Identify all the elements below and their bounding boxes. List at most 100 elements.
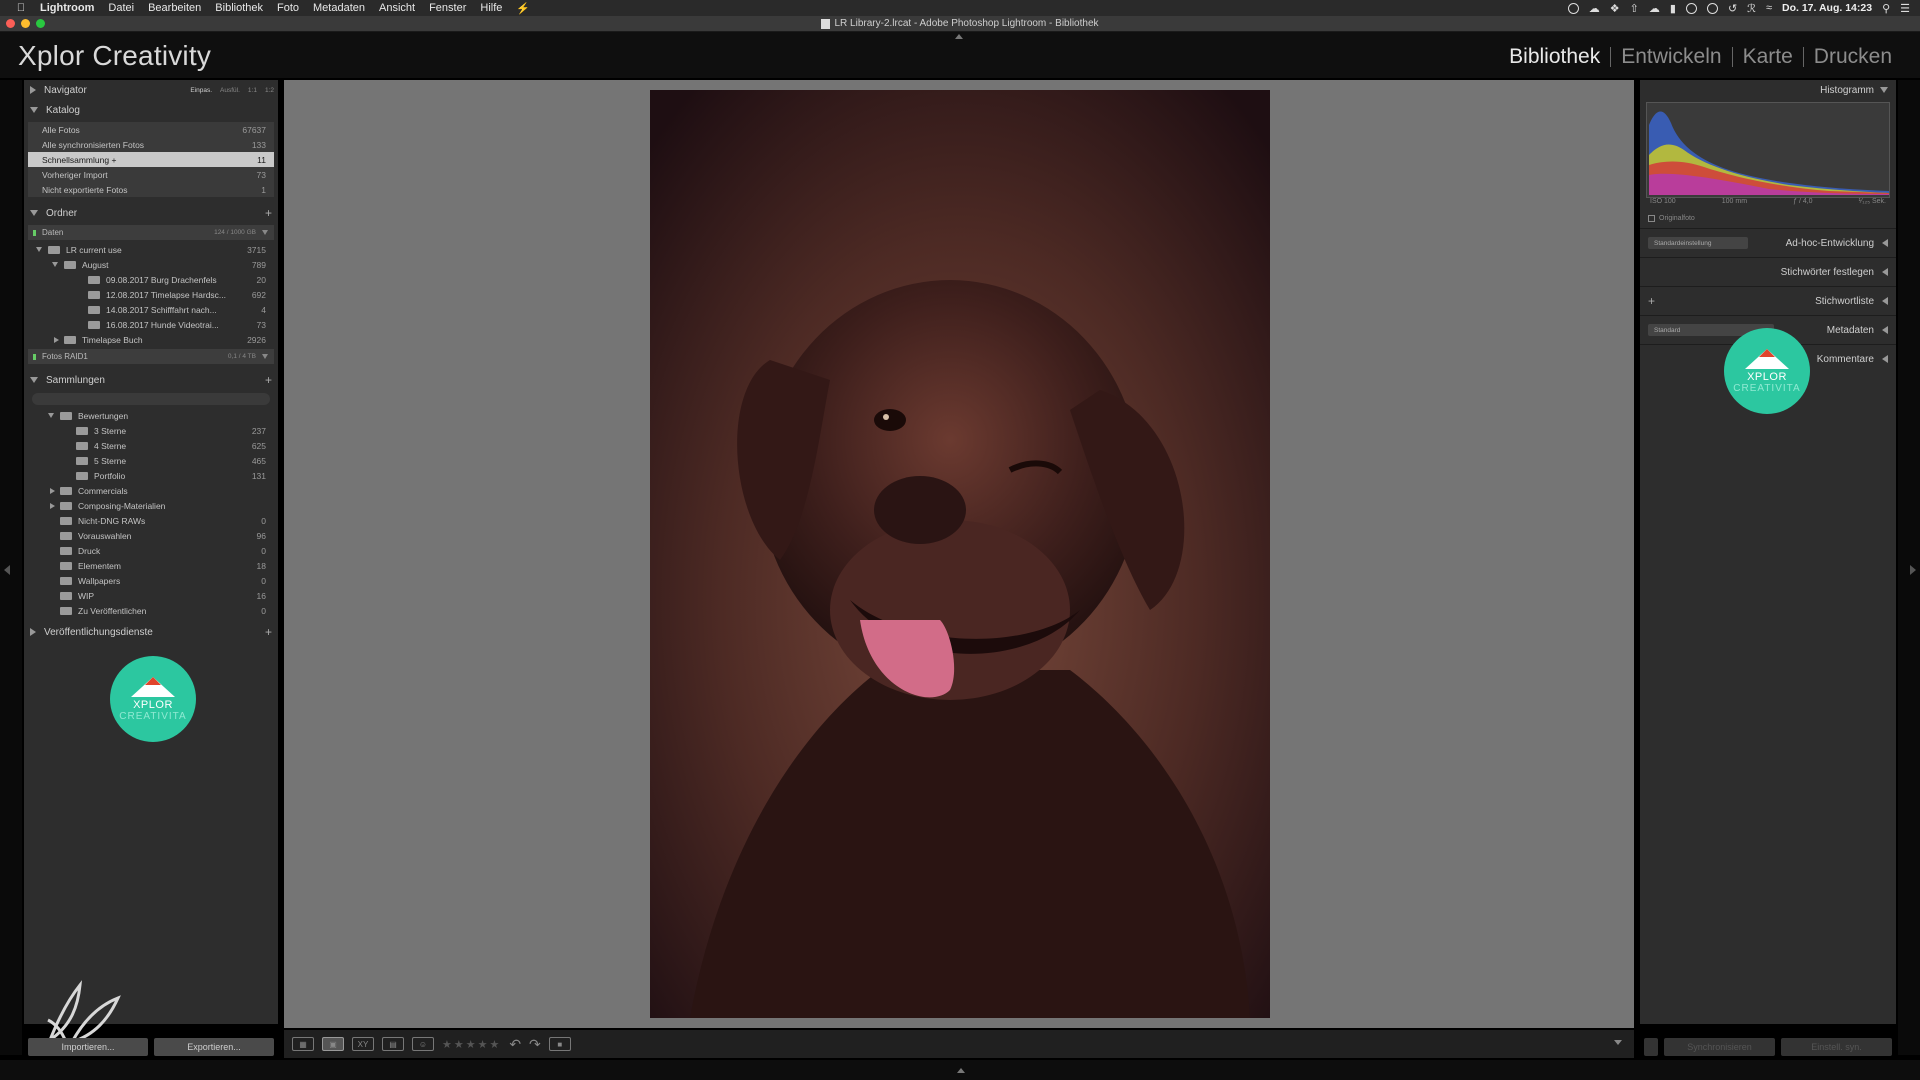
keyword-list-header[interactable]: + Stichwortliste [1640,291,1896,311]
expand-filmstrip-icon[interactable] [957,1068,965,1073]
menu-datei[interactable]: Datei [108,2,134,14]
sync-settings-button[interactable]: Einstell. syn. [1781,1038,1892,1056]
quick-develop-header[interactable]: Standardeinstellung Ad-hoc-Entwicklung [1640,233,1896,253]
apple-icon[interactable]:  [14,2,28,14]
loupe-view-icon[interactable]: ▣ [322,1037,344,1051]
catalog-header[interactable]: Katalog [24,100,278,120]
info-status-icon[interactable] [1706,2,1718,14]
zoom-fit[interactable]: Einpas. [190,87,212,94]
volume-fotos-raid1[interactable]: Fotos RAID1 0,1 / 4 TB [28,349,274,364]
collapse-triangle-icon[interactable] [1880,87,1888,93]
collapse-right-panel-icon[interactable] [1910,565,1916,575]
survey-view-icon[interactable]: ▤ [382,1037,404,1051]
collection-row[interactable]: Nicht-DNG RAWs 0 [28,513,274,528]
export-button[interactable]: Exportieren... [154,1038,274,1056]
quick-develop-preset-select[interactable]: Standardeinstellung [1648,237,1748,249]
people-view-icon[interactable]: ☺ [412,1037,434,1051]
publish-services-header[interactable]: Veröffentlichungsdienste + [24,622,278,642]
zoom-1-1[interactable]: 1:1 [248,87,257,94]
folder-expand-icon[interactable] [52,262,58,267]
catalog-item-synced[interactable]: Alle synchronisierten Fotos 133 [28,137,274,152]
folder-row[interactable]: August 789 [28,257,274,272]
menu-ansicht[interactable]: Ansicht [379,2,415,14]
menu-foto[interactable]: Foto [277,2,299,14]
rating-stars[interactable]: ★★★★★ [442,1038,501,1051]
sync-cloud-icon[interactable]: ☁ [1649,2,1660,15]
volume-daten[interactable]: Daten 124 / 1000 GB [28,225,274,240]
cloud-icon[interactable]: ☁ [1589,2,1600,15]
expand-triangle-icon[interactable] [1882,268,1888,276]
collection-set-row[interactable]: Composing-Materialien [28,498,274,513]
folder-expand-icon[interactable] [54,336,59,343]
import-button[interactable]: Importieren... [28,1038,148,1056]
catalog-item-previous-import[interactable]: Vorheriger Import 73 [28,167,274,182]
zoom-fill[interactable]: Ausfül. [220,87,240,94]
original-photo-checkbox[interactable] [1648,214,1655,222]
wifi-icon[interactable]: ≈ [1766,2,1772,14]
sync-button[interactable]: Synchronisieren [1664,1038,1775,1056]
collection-row[interactable]: Druck 0 [28,543,274,558]
expand-triangle-icon[interactable] [30,628,36,636]
collection-set-row[interactable]: Bewertungen [28,408,274,423]
menu-bearbeiten[interactable]: Bearbeiten [148,2,201,14]
fullscreen-window-icon[interactable] [36,19,45,28]
folder-expand-icon[interactable] [36,247,42,252]
collection-expand-icon[interactable] [48,413,54,418]
menu-app-lightroom[interactable]: Lightroom [40,2,94,14]
collection-row[interactable]: 4 Sterne 625 [28,438,274,453]
dropbox-icon[interactable]: ❖ [1610,2,1620,15]
time-machine-icon[interactable]: ↺ [1728,2,1737,15]
collection-row[interactable]: Elementem 18 [28,558,274,573]
folder-row[interactable]: 12.08.2017 Timelapse Hardsc... 692 [28,287,274,302]
add-folder-icon[interactable]: + [265,206,272,220]
main-photo-dog-portrait[interactable] [650,90,1270,1018]
grid-view-icon[interactable]: ▦ [292,1037,314,1051]
menubar-clock[interactable]: Do. 17. Aug. 14:23 [1782,2,1872,14]
upload-icon[interactable]: ⇧ [1630,2,1639,15]
notification-center-icon[interactable]: ☰ [1900,2,1910,15]
expand-triangle-icon[interactable] [1882,355,1888,363]
catalog-item-not-exported[interactable]: Nicht exportierte Fotos 1 [28,182,274,197]
menu-hilfe[interactable]: Hilfe [480,2,502,14]
collection-expand-icon[interactable] [50,502,55,509]
module-entwickeln[interactable]: Entwickeln [1611,45,1731,69]
collection-row[interactable]: Zu Veröffentlichen 0 [28,603,274,618]
collapse-top-panel-icon[interactable] [955,34,963,39]
folder-row[interactable]: 14.08.2017 Schifffahrt nach... 4 [28,302,274,317]
rotate-left-icon[interactable]: ↶ [509,1036,521,1053]
collection-set-row[interactable]: Commercials [28,483,274,498]
folders-header[interactable]: Ordner + [24,203,278,223]
crop-overlay-icon[interactable]: ■ [548,1037,571,1051]
module-karte[interactable]: Karte [1733,45,1803,69]
menu-fenster[interactable]: Fenster [429,2,466,14]
collection-filter-input[interactable] [32,393,270,405]
right-panel-edge[interactable] [1898,80,1920,1055]
bolt-icon[interactable]: ⚡ [516,2,530,15]
expand-triangle-icon[interactable] [30,86,36,94]
collection-row[interactable]: 3 Sterne 237 [28,423,274,438]
catalog-item-quick-collection[interactable]: Schnellsammlung + 11 [28,152,274,167]
record-status-icon[interactable] [1567,2,1579,14]
collapse-triangle-icon[interactable] [30,210,38,216]
folder-row[interactable]: 09.08.2017 Burg Drachenfels 20 [28,272,274,287]
collection-row[interactable]: Vorauswahlen 96 [28,528,274,543]
collection-expand-icon[interactable] [50,487,55,494]
expand-triangle-icon[interactable] [1882,297,1888,305]
collapse-left-panel-icon[interactable] [4,565,10,575]
spotlight-search-icon[interactable]: ⚲ [1882,2,1890,15]
menu-metadaten[interactable]: Metadaten [313,2,365,14]
histogram-graph[interactable] [1646,102,1890,198]
circle-status-icon[interactable] [1685,2,1697,14]
folder-row[interactable]: LR current use 3715 [28,242,274,257]
add-publish-service-icon[interactable]: + [265,625,272,639]
bluetooth-icon[interactable]: ℛ [1747,2,1756,15]
collection-row[interactable]: WIP 16 [28,588,274,603]
volume-dropdown-icon[interactable] [262,230,268,235]
collection-row[interactable]: Wallpapers 0 [28,573,274,588]
folder-row[interactable]: Timelapse Buch 2926 [28,332,274,347]
collections-header[interactable]: Sammlungen + [24,370,278,390]
folder-row[interactable]: 16.08.2017 Hunde Videotrai... 73 [28,317,274,332]
expand-triangle-icon[interactable] [1882,326,1888,334]
add-keyword-icon[interactable]: + [1648,294,1655,308]
keywording-header[interactable]: Stichwörter festlegen [1640,262,1896,282]
